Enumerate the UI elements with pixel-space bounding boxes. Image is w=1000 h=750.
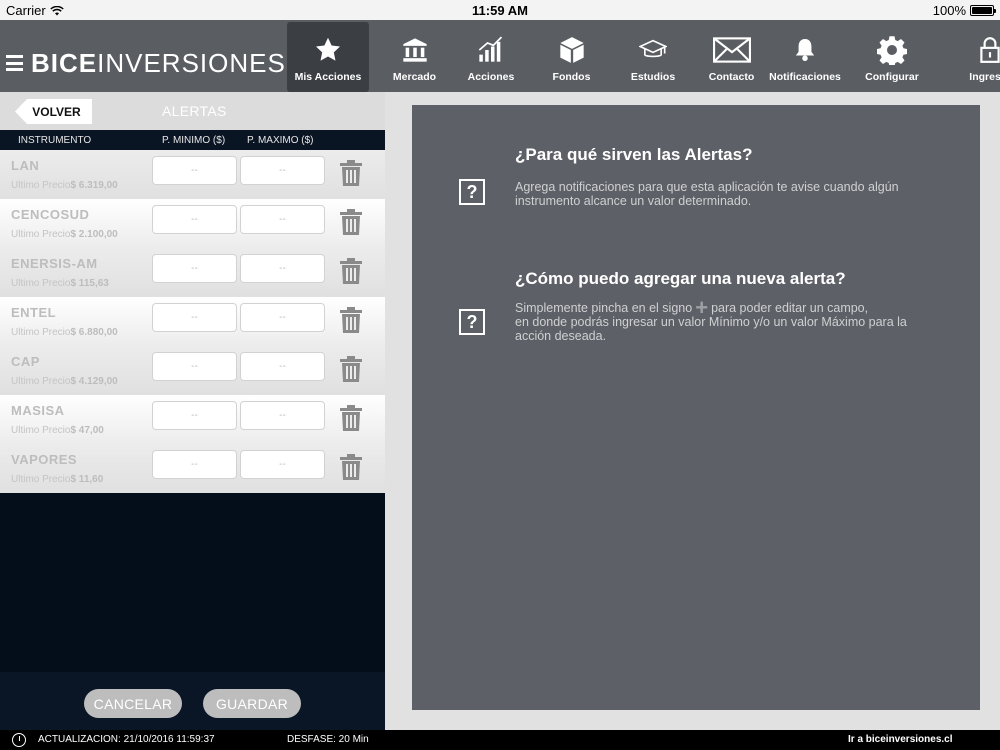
data-delay: DESFASE: 20 Min	[287, 734, 369, 745]
status-bar: Carrier 11:59 AM 100%	[0, 0, 1000, 20]
nav-items: Mis Acciones Mercado Acciones Fondos Est…	[285, 20, 1000, 92]
website-link[interactable]: Ir a biceinversiones.cl	[848, 734, 953, 745]
table-row: CAP Ultimo Precio$ 4.129,00 -- --	[0, 346, 385, 395]
battery: 100%	[932, 3, 996, 18]
footer-bar: ACTUALIZACION: 21/10/2016 11:59:37 DESFA…	[0, 730, 1000, 750]
nav-contacto[interactable]: Contacto	[685, 20, 778, 92]
max-price-input[interactable]: --	[240, 352, 325, 381]
min-price-input[interactable]: --	[152, 352, 237, 381]
table-row: ENERSIS-AM Ultimo Precio$ 115,63 -- --	[0, 248, 385, 297]
min-price-input[interactable]: --	[152, 303, 237, 332]
question-icon: ?	[459, 309, 485, 335]
nav-acciones[interactable]: Acciones	[460, 20, 522, 92]
max-price-input[interactable]: --	[240, 205, 325, 234]
trash-icon[interactable]	[340, 160, 362, 186]
max-price-input[interactable]: --	[240, 450, 325, 479]
column-max-price: P. MAXIMO ($)	[247, 135, 314, 146]
instrument-name: LAN	[11, 158, 40, 173]
instrument-name: ENERSIS-AM	[11, 256, 98, 271]
bar-chart-icon	[478, 36, 503, 62]
max-price-input[interactable]: --	[240, 254, 325, 283]
instrument-name: VAPORES	[11, 452, 78, 467]
trash-icon[interactable]	[340, 209, 362, 235]
brand-logo[interactable]: BICEINVERSIONES	[6, 50, 286, 76]
help-question-1-text: Agrega notificaciones para que esta apli…	[515, 180, 899, 208]
alerts-header: VOLVER ALERTAS	[0, 92, 385, 130]
menu-icon[interactable]	[6, 55, 23, 71]
help-question-2-title: ¿Cómo puedo agregar una nueva alerta?	[515, 269, 846, 288]
min-price-input[interactable]: --	[152, 205, 237, 234]
save-button[interactable]: GUARDAR	[203, 689, 301, 718]
nav-mercado[interactable]: Mercado	[369, 20, 460, 92]
instrument-name: CAP	[11, 354, 40, 369]
instrument-name: ENTEL	[11, 305, 57, 320]
battery-icon	[970, 5, 996, 16]
trash-icon[interactable]	[340, 307, 362, 333]
nav-estudios[interactable]: Estudios	[621, 20, 685, 92]
last-price: Ultimo Precio$ 11,60	[11, 474, 104, 485]
top-navigation: BICEINVERSIONES Mis Acciones Mercado Acc…	[0, 20, 1000, 92]
action-bar: CANCELAR GUARDAR	[0, 672, 385, 730]
last-price: Ultimo Precio$ 115,63	[11, 278, 109, 289]
clock-icon	[12, 733, 26, 747]
column-instrument: INSTRUMENTO	[18, 135, 92, 146]
column-headers: INSTRUMENTO P. MINIMO ($) P. MAXIMO ($)	[0, 130, 385, 150]
help-question-1-title: ¿Para qué sirven las Alertas?	[515, 145, 753, 164]
update-timestamp: ACTUALIZACION: 21/10/2016 11:59:37	[38, 734, 215, 745]
trash-icon[interactable]	[340, 405, 362, 431]
last-price: Ultimo Precio$ 6.880,00	[11, 327, 118, 338]
min-price-input[interactable]: --	[152, 156, 237, 185]
star-icon	[315, 37, 341, 61]
column-min-price: P. MINIMO ($)	[162, 135, 226, 146]
brand-name: BICEINVERSIONES	[31, 48, 286, 78]
last-price: Ultimo Precio$ 6.319,00	[11, 180, 118, 191]
min-price-input[interactable]: --	[152, 401, 237, 430]
alerts-list: LAN Ultimo Precio$ 6.319,00 -- -- CENCOSUD Ul…	[0, 150, 385, 493]
cancel-button[interactable]: CANCELAR	[84, 689, 182, 718]
envelope-icon	[712, 37, 751, 63]
max-price-input[interactable]: --	[240, 303, 325, 332]
instrument-name: MASISA	[11, 403, 65, 418]
max-price-input[interactable]: --	[240, 401, 325, 430]
bell-icon	[795, 39, 815, 61]
alerts-panel: VOLVER ALERTAS INSTRUMENTO P. MINIMO ($)…	[0, 92, 385, 730]
table-row: ENTEL Ultimo Precio$ 6.880,00 -- --	[0, 297, 385, 346]
table-row: CENCOSUD Ultimo Precio$ 2.100,00 -- --	[0, 199, 385, 248]
box-icon	[559, 37, 584, 63]
trash-icon[interactable]	[340, 454, 362, 480]
trash-icon[interactable]	[340, 258, 362, 284]
alerts-title: ALERTAS	[162, 103, 227, 119]
help-question-2-text: Simplemente pincha en el signo + para pode…	[515, 295, 907, 344]
last-price: Ultimo Precio$ 47,00	[11, 425, 104, 436]
table-row: MASISA Ultimo Precio$ 47,00 -- --	[0, 395, 385, 444]
nav-notificaciones[interactable]: Notificaciones	[769, 20, 841, 92]
nav-fondos[interactable]: Fondos	[522, 20, 621, 92]
bank-icon	[402, 38, 427, 62]
table-row: LAN Ultimo Precio$ 6.319,00 -- --	[0, 150, 385, 199]
last-price: Ultimo Precio$ 2.100,00	[11, 229, 118, 240]
trash-icon[interactable]	[340, 356, 362, 382]
last-price: Ultimo Precio$ 4.129,00	[11, 376, 118, 387]
nav-configurar[interactable]: Configurar	[832, 20, 952, 92]
min-price-input[interactable]: --	[152, 254, 237, 283]
nav-ingresar[interactable]: Ingresar	[969, 20, 1000, 92]
instrument-name: CENCOSUD	[11, 207, 90, 222]
battery-percent: 100%	[932, 3, 966, 18]
min-price-input[interactable]: --	[152, 450, 237, 479]
gear-icon	[877, 36, 907, 65]
table-row: VAPORES Ultimo Precio$ 11,60 -- --	[0, 444, 385, 493]
nav-mis-acciones[interactable]: Mis Acciones	[287, 22, 369, 92]
graduation-cap-icon	[639, 39, 667, 58]
help-card: ¿Para qué sirven las Alertas? ? Agrega n…	[412, 105, 980, 710]
max-price-input[interactable]: --	[240, 156, 325, 185]
plus-icon: +	[695, 295, 709, 320]
lock-icon	[980, 37, 1000, 63]
back-button[interactable]: VOLVER	[15, 99, 92, 124]
question-icon: ?	[459, 179, 485, 205]
clock-time: 11:59 AM	[472, 3, 528, 18]
